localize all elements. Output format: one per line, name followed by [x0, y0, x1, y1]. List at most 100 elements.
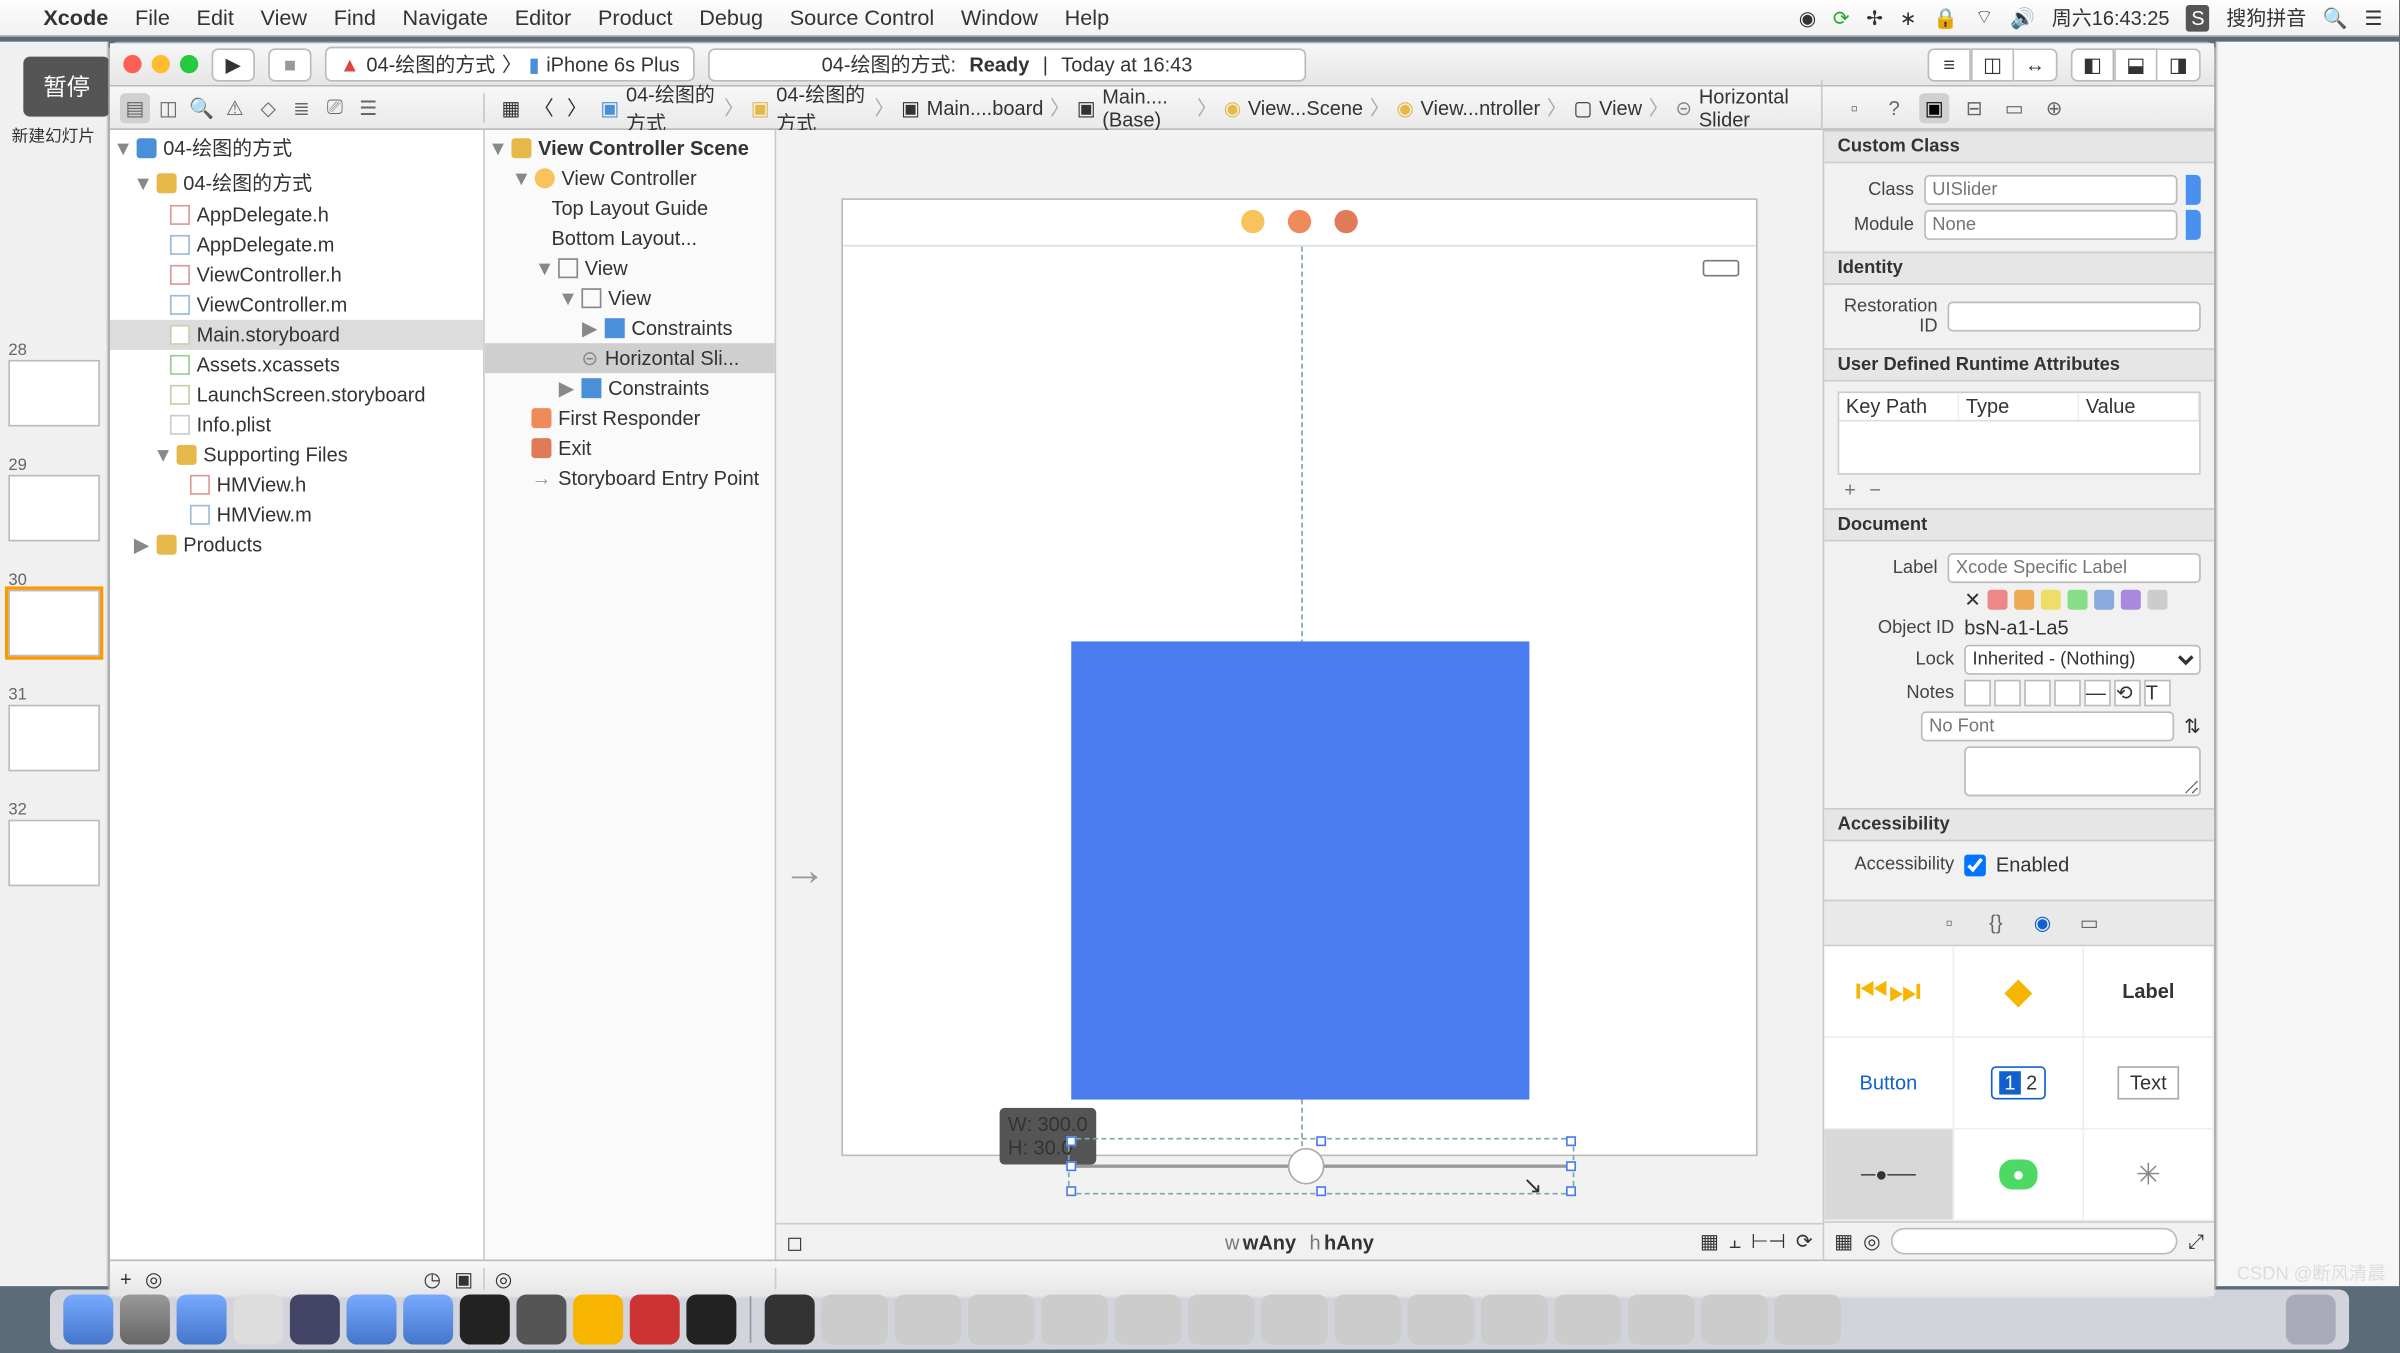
dock-min13[interactable]: [1701, 1294, 1768, 1344]
toggle-outline-button[interactable]: ◻: [786, 1230, 803, 1253]
dock-mouse[interactable]: [233, 1294, 283, 1344]
ime-icon[interactable]: S: [2186, 4, 2209, 31]
dock-min4[interactable]: [1041, 1294, 1108, 1344]
nav-file[interactable]: ViewController.m: [197, 293, 348, 316]
dock-trash[interactable]: [2286, 1294, 2336, 1344]
jump-seg-0[interactable]: 04-绘图的方式: [626, 79, 717, 136]
font-stepper[interactable]: ⇅: [2184, 715, 2201, 738]
size-inspector-tab[interactable]: ▭: [1999, 92, 2029, 122]
interface-builder-canvas[interactable]: → W: 300.0 H: 30.0: [776, 130, 1822, 1260]
code-snippet-tab[interactable]: {}: [1981, 908, 2011, 938]
module-dropdown-button[interactable]: [2186, 210, 2201, 240]
status-sync-icon[interactable]: ⟳: [1833, 6, 1850, 29]
nav-products[interactable]: Products: [183, 533, 262, 556]
outline-constraints[interactable]: Constraints: [631, 317, 732, 340]
status-lock-icon[interactable]: 🔒: [1933, 6, 1958, 29]
dock-safari[interactable]: [177, 1294, 227, 1344]
dock-min14[interactable]: [1774, 1294, 1841, 1344]
dock-finder[interactable]: [63, 1294, 113, 1344]
status-plus-icon[interactable]: ✢: [1866, 6, 1883, 29]
minimize-button[interactable]: [152, 55, 170, 73]
vc-dock-icon[interactable]: [1241, 210, 1264, 233]
dock-quicktime[interactable]: [765, 1294, 815, 1344]
app-menu[interactable]: Xcode: [43, 5, 108, 30]
nav-file[interactable]: Info.plist: [197, 413, 271, 436]
jump-bar[interactable]: ▦ 〈 〉 ▣04-绘图的方式〉 ▣04-绘图的方式〉 ▣Main....boa…: [485, 79, 1823, 136]
jump-seg-2[interactable]: Main....board: [927, 96, 1044, 119]
outline-first-responder[interactable]: First Responder: [558, 407, 700, 430]
lib-item-button[interactable]: Button: [1824, 1038, 1954, 1130]
jump-seg-1[interactable]: 04-绘图的方式: [776, 79, 867, 136]
debug-navigator-tab[interactable]: ≣: [287, 92, 317, 122]
version-editor-button[interactable]: ↔: [2014, 47, 2057, 80]
inspector-tab-bar[interactable]: ▫ ? ▣ ⊟ ▭ ⊕: [1823, 92, 2215, 122]
exit-dock-icon[interactable]: [1334, 210, 1357, 233]
pin-button[interactable]: ⊢⊣: [1751, 1230, 1786, 1255]
attributes-inspector-tab[interactable]: ⊟: [1959, 92, 1989, 122]
outline-slider-selected[interactable]: Horizontal Sli...: [605, 347, 739, 370]
notification-center-icon[interactable]: ☰: [2364, 6, 2382, 29]
jump-seg-3[interactable]: Main....(Base): [1102, 84, 1190, 131]
editor-mode-segmented[interactable]: ≡ ◫ ↔: [1928, 47, 2058, 80]
jump-related-button[interactable]: ▦: [495, 96, 527, 119]
project-navigator[interactable]: ▼04-绘图的方式 ▼04-绘图的方式 AppDelegate.h AppDel…: [110, 130, 485, 1260]
outline-constraints2[interactable]: Constraints: [608, 377, 709, 400]
nav-file[interactable]: ViewController.h: [197, 263, 342, 286]
scm-filter-button[interactable]: ▣: [454, 1267, 473, 1290]
menu-navigate[interactable]: Navigate: [403, 5, 488, 30]
outline-exit[interactable]: Exit: [558, 436, 591, 459]
label-field[interactable]: [1948, 553, 2201, 583]
toggle-inspector-button[interactable]: ◨: [2157, 47, 2200, 80]
jump-forward-button[interactable]: 〉: [560, 93, 593, 121]
view-controller-scene[interactable]: W: 300.0 H: 30.0: [841, 197, 1757, 1155]
lib-item-activity[interactable]: ✳: [2084, 1130, 2214, 1222]
identity-inspector-tab[interactable]: ▣: [1919, 92, 1949, 122]
grid-view-button[interactable]: ▦: [1834, 1230, 1853, 1253]
nav-file[interactable]: AppDelegate.m: [197, 233, 335, 256]
dock-sketch[interactable]: [573, 1294, 623, 1344]
nav-file-selected[interactable]: Main.storyboard: [197, 323, 340, 346]
outline-scene[interactable]: View Controller Scene: [538, 137, 749, 160]
slider-thumb[interactable]: [1288, 1147, 1325, 1184]
dock-terminal[interactable]: [460, 1294, 510, 1344]
restoration-field[interactable]: [1948, 302, 2201, 332]
label-color-picker[interactable]: ✕: [1964, 588, 2167, 611]
wany[interactable]: wAny: [1243, 1230, 1296, 1253]
pause-overlay-badge[interactable]: 暂停: [23, 57, 110, 117]
add-attr-button[interactable]: +: [1838, 478, 1863, 501]
jump-seg-4[interactable]: View...Scene: [1248, 96, 1363, 119]
find-navigator-tab[interactable]: 🔍: [187, 92, 217, 122]
toggle-debug-button[interactable]: ⬓: [2114, 47, 2157, 80]
status-camera-icon[interactable]: ◉: [1799, 6, 1816, 29]
outline-view2[interactable]: View: [608, 287, 651, 310]
dock-app3[interactable]: [686, 1294, 736, 1344]
library-filter-field[interactable]: [1891, 1228, 2178, 1255]
dock-min1[interactable]: [821, 1294, 888, 1344]
library-expand-button[interactable]: ⤢: [2188, 1229, 2204, 1254]
dock-launchpad[interactable]: [120, 1294, 170, 1344]
scene-header[interactable]: [843, 199, 1756, 246]
macos-menubar[interactable]: Xcode File Edit View Find Navigate Edito…: [0, 0, 2399, 37]
font-field[interactable]: [1921, 711, 2174, 741]
nav-root[interactable]: 04-绘图的方式: [163, 133, 292, 161]
lib-item-label[interactable]: Label: [2084, 946, 2214, 1038]
dock-app[interactable]: [403, 1294, 453, 1344]
menu-edit[interactable]: Edit: [197, 5, 234, 30]
menu-view[interactable]: View: [261, 5, 308, 30]
nav-supporting[interactable]: Supporting Files: [203, 443, 347, 466]
add-button[interactable]: +: [120, 1267, 132, 1290]
nav-file[interactable]: LaunchScreen.storyboard: [197, 383, 426, 406]
outline-top[interactable]: Top Layout Guide: [551, 197, 708, 220]
issue-navigator-tab[interactable]: ⚠: [220, 92, 250, 122]
outline-bottom[interactable]: Bottom Layout...: [551, 227, 697, 250]
file-template-tab[interactable]: ▫: [1934, 908, 1964, 938]
library-tab-bar[interactable]: ▫ {} ◉ ▭: [1824, 900, 2214, 945]
jump-seg-5[interactable]: View...ntroller: [1421, 96, 1541, 119]
nav-file[interactable]: HMView.h: [217, 473, 307, 496]
stack-button[interactable]: ▦: [1700, 1230, 1719, 1255]
status-volume-icon[interactable]: 🔊: [2010, 6, 2035, 29]
document-outline[interactable]: ▼View Controller Scene ▼View Controller …: [485, 130, 777, 1260]
symbol-navigator-tab[interactable]: ◫: [153, 92, 183, 122]
runtime-attrs-table[interactable]: Key Path Type Value: [1838, 392, 2201, 475]
breakpoint-navigator-tab[interactable]: ⎚: [320, 92, 350, 122]
